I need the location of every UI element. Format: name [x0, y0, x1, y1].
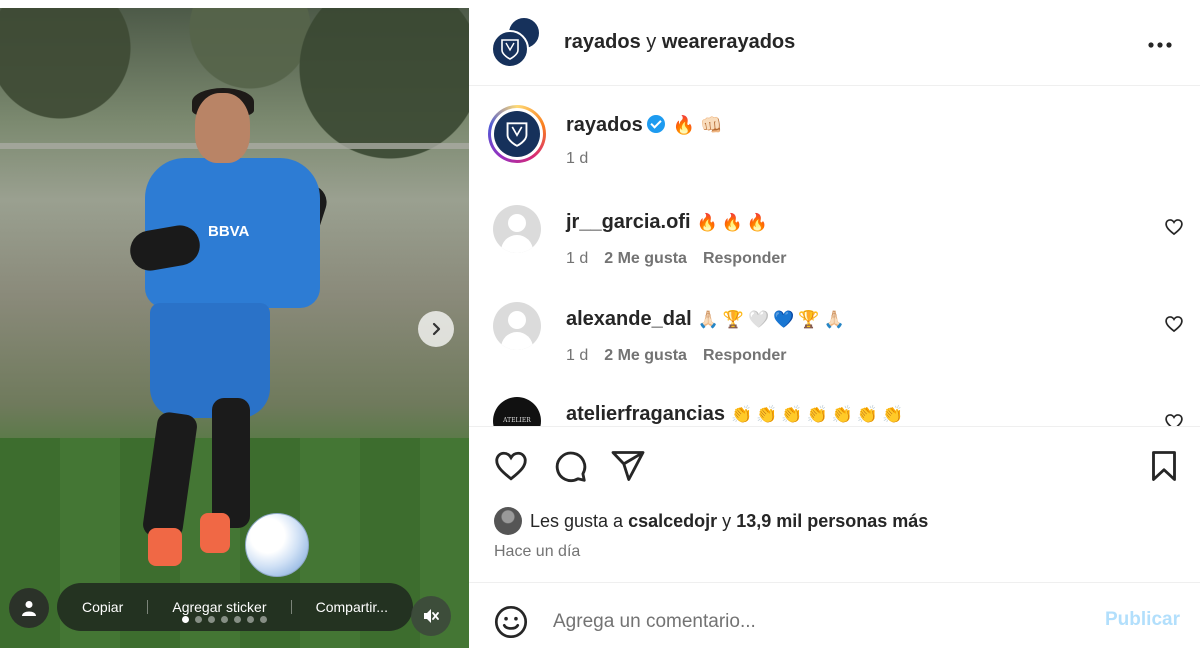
- comment-item: ATELIER atelierfragancias 👏👏👏👏👏👏👏: [469, 397, 1200, 427]
- comment-item: alexande_dal 🙏🏻🏆🤍💙🏆🙏🏻 1 d 2 Me gusta Resp…: [469, 302, 1200, 382]
- carousel-dot: [221, 616, 228, 623]
- comment-likes-link[interactable]: 2 Me gusta: [604, 250, 687, 268]
- post-media[interactable]: BBVA Copiar Agregar sticker Compartir...: [0, 8, 469, 648]
- comment-text: 👏👏👏👏👏👏👏: [730, 405, 908, 424]
- story-ring-gap: [491, 108, 543, 160]
- likes-prefix: Les gusta a: [530, 510, 624, 531]
- comment-username[interactable]: jr__garcia.ofi: [566, 211, 691, 233]
- comment-heart-icon[interactable]: [1164, 412, 1184, 427]
- avatar[interactable]: [494, 507, 522, 535]
- reply-button[interactable]: Responder: [703, 250, 787, 268]
- player-figure: BBVA: [127, 88, 332, 578]
- verified-badge-icon: [646, 115, 665, 133]
- comment-line: atelierfragancias 👏👏👏👏👏👏👏: [566, 403, 907, 426]
- comment-timestamp: 1 d: [566, 347, 589, 364]
- carousel-dot: [234, 616, 241, 623]
- next-slide-button[interactable]: [418, 311, 454, 347]
- comment-line: jr__garcia.ofi 🔥🔥🔥: [566, 211, 772, 234]
- post-action-bar: [469, 428, 1200, 508]
- pill-divider: [147, 600, 149, 614]
- caption-text: 🔥 👊🏻: [672, 115, 723, 135]
- comment-line: alexande_dal 🙏🏻🏆🤍💙🏆🙏🏻: [566, 308, 849, 331]
- carousel-dot: [208, 616, 215, 623]
- tagged-users-button[interactable]: [9, 588, 49, 628]
- comment-heart-icon[interactable]: [1164, 217, 1184, 237]
- comment-meta: 1 d 2 Me gusta Responder: [566, 347, 787, 365]
- avatar[interactable]: ATELIER: [493, 397, 541, 426]
- copy-button[interactable]: Copiar: [76, 599, 129, 615]
- heart-icon[interactable]: [493, 448, 529, 484]
- comment-composer: Publicar: [469, 582, 1200, 648]
- speaker-muted-icon: [424, 609, 439, 623]
- more-horizontal-icon: [1148, 42, 1172, 48]
- caption-username[interactable]: rayados: [566, 114, 643, 136]
- publish-button[interactable]: Publicar: [1105, 609, 1180, 631]
- more-options-button[interactable]: [1147, 28, 1173, 56]
- caption-line: rayados 🔥 👊🏻: [566, 114, 723, 137]
- avatar[interactable]: [493, 205, 541, 253]
- post-timestamp: Hace un día: [494, 543, 581, 560]
- player-leg-left: [141, 410, 199, 541]
- pill-divider: [290, 600, 292, 614]
- player-leg-right: [212, 398, 250, 528]
- author-link[interactable]: rayados: [564, 31, 641, 53]
- smiley-icon[interactable]: [493, 604, 529, 640]
- comment-timestamp: 1 d: [566, 250, 589, 267]
- player-boot-left: [148, 528, 182, 566]
- carousel-dot: [195, 616, 202, 623]
- likes-connector: y: [722, 510, 732, 531]
- post-details-panel: rayados y wearerayados rayados 🔥 👊🏻 1 d …: [469, 0, 1200, 648]
- bookmark-icon[interactable]: [1146, 448, 1182, 484]
- avatar[interactable]: [491, 30, 529, 68]
- chevron-right-icon: [432, 322, 441, 336]
- carousel-dot: [247, 616, 254, 623]
- carousel-dot: [260, 616, 267, 623]
- user-icon: [22, 601, 36, 616]
- avatar[interactable]: [494, 111, 540, 157]
- player-boot-right: [200, 513, 230, 553]
- club-shield-icon: [501, 39, 519, 60]
- story-ring[interactable]: [488, 105, 546, 163]
- soccer-ball: [245, 513, 309, 577]
- comment-icon[interactable]: [552, 448, 588, 484]
- share-media-button[interactable]: Compartir...: [310, 599, 394, 615]
- likes-summary: Les gusta a csalcedojr y 13,9 mil person…: [494, 507, 928, 535]
- reply-button[interactable]: Responder: [703, 347, 787, 365]
- post-header: rayados y wearerayados: [469, 0, 1200, 86]
- player-shorts: [150, 303, 270, 418]
- jersey-sponsor: BBVA: [208, 223, 250, 240]
- comment-heart-icon[interactable]: [1164, 314, 1184, 334]
- carousel-dot: [182, 616, 189, 623]
- comment-likes-link[interactable]: 2 Me gusta: [604, 347, 687, 365]
- liker-username[interactable]: csalcedojr: [628, 511, 717, 532]
- media-action-pill: Copiar Agregar sticker Compartir...: [57, 583, 413, 631]
- likes-count-link[interactable]: 13,9 mil personas más: [736, 511, 928, 532]
- brand-logo: ATELIER: [503, 417, 531, 424]
- player-head: [195, 93, 250, 163]
- comment-input[interactable]: [553, 609, 1073, 635]
- avatar[interactable]: [493, 302, 541, 350]
- club-shield-icon: [506, 122, 528, 147]
- comment-username[interactable]: alexande_dal: [566, 308, 692, 330]
- comment-username[interactable]: atelierfragancias: [566, 403, 725, 425]
- carousel-indicator: [182, 616, 267, 623]
- comment-meta: 1 d 2 Me gusta Responder: [566, 250, 787, 268]
- add-sticker-button[interactable]: Agregar sticker: [166, 599, 272, 615]
- comments-list[interactable]: rayados 🔥 👊🏻 1 d jr__garcia.ofi 🔥🔥🔥 1 d 2 …: [469, 87, 1200, 427]
- caption-timestamp: 1 d: [566, 150, 589, 167]
- comment-text: 🔥🔥🔥: [696, 213, 773, 232]
- author-link[interactable]: wearerayados: [662, 31, 795, 53]
- paper-plane-icon[interactable]: [610, 448, 646, 484]
- post-authors: rayados y wearerayados: [564, 31, 795, 54]
- comment-text: 🙏🏻🏆🤍💙🏆🙏🏻: [697, 310, 849, 329]
- collab-avatars[interactable]: [491, 16, 543, 68]
- authors-connector: y: [646, 31, 657, 53]
- comment-item: jr__garcia.ofi 🔥🔥🔥 1 d 2 Me gusta Respond…: [469, 205, 1200, 285]
- mute-button[interactable]: [411, 596, 451, 636]
